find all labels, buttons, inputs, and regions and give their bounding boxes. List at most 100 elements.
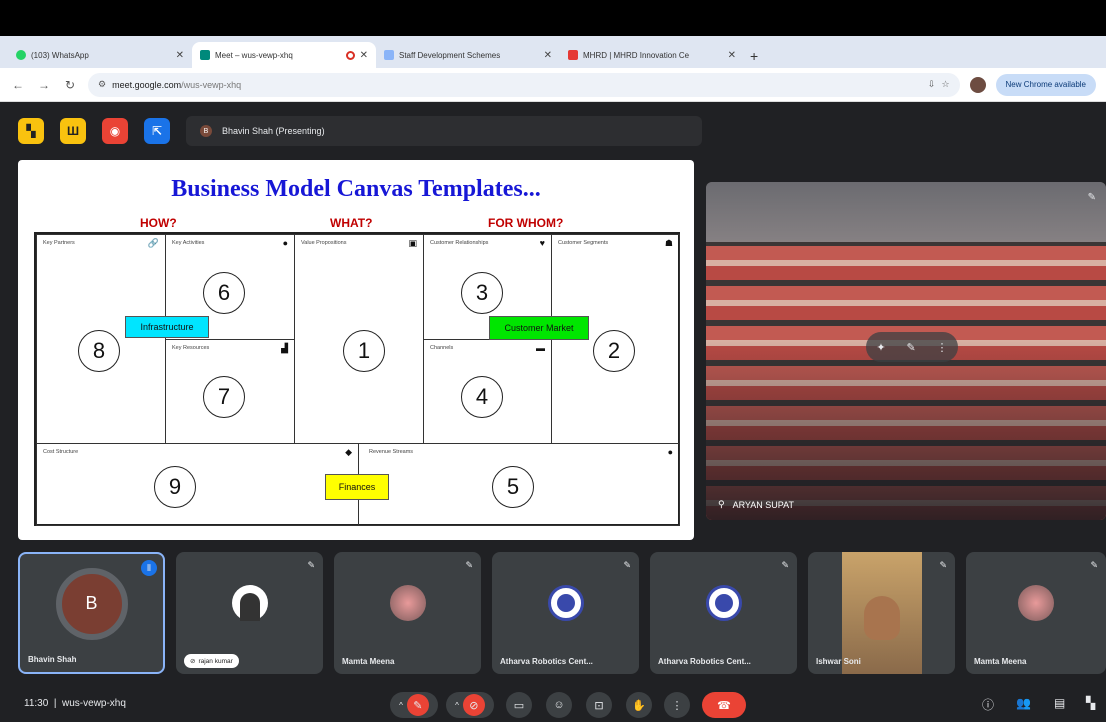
number-2: 2 xyxy=(593,330,635,372)
mic-off-icon: ✎ xyxy=(307,560,315,570)
slide-title: Business Model Canvas Templates... xyxy=(171,176,541,202)
participant-tile[interactable]: ✎ Mamta Meena xyxy=(966,552,1106,674)
participant-name: Bhavin Shah xyxy=(28,655,77,664)
more-options-icon: ⋮ xyxy=(671,699,683,712)
mic-off-icon: ✎ xyxy=(781,560,789,570)
recording-icon xyxy=(345,50,355,60)
emoji-icon: ☺ xyxy=(553,699,565,711)
participant-face xyxy=(864,596,900,640)
mic-off-icon: ✎ xyxy=(406,694,429,716)
header-for-whom: FOR WHOM? xyxy=(488,216,564,230)
hand-icon: ✋ xyxy=(632,699,646,712)
mic-off-icon: ✎ xyxy=(1090,560,1098,570)
more-options-button[interactable]: ⋮ xyxy=(664,692,690,718)
share-button[interactable]: ⇱ xyxy=(144,118,170,144)
profile-avatar[interactable] xyxy=(969,76,986,93)
tab-mhrd[interactable]: MHRD | MHRD Innovation Ce ✕ xyxy=(560,42,744,68)
share-icon: ⇱ xyxy=(151,124,163,138)
site-info-icon[interactable]: ⚙ xyxy=(98,79,106,90)
record-button[interactable]: ◉ xyxy=(102,118,128,144)
tag-customer-market: Customer Market xyxy=(489,316,589,340)
participant-tile[interactable]: ✎ Atharva Robotics Cent... xyxy=(650,552,797,674)
end-call-button[interactable]: ☎ xyxy=(702,692,746,718)
bottom-control-bar: 11:30 | wus-vewp-xhq ^ ✎ ^ ⊘ ▭ ☺ ⊡ ✋ ⋮ ☎ ⓘ… xyxy=(0,688,1106,722)
raise-hand-button[interactable]: ✋ xyxy=(626,692,652,718)
close-icon[interactable]: ✕ xyxy=(176,50,184,61)
mic-off-icon: ✎ xyxy=(465,560,473,570)
meet-icon xyxy=(200,50,210,60)
url-path: /wus-vewp-xhq xyxy=(181,79,242,90)
tab-whatsapp[interactable]: (103) WhatsApp ✕ xyxy=(8,42,192,68)
mute-tile-icon[interactable]: ✎ xyxy=(906,341,915,354)
mic-off-icon: ✎ xyxy=(939,560,947,570)
cell-label: Value Propositions xyxy=(301,240,347,246)
page-icon xyxy=(384,50,394,60)
participant-tile[interactable]: ✎ Atharva Robotics Cent... xyxy=(492,552,639,674)
activities-icon[interactable]: ▚ xyxy=(1086,696,1095,710)
whatsapp-icon xyxy=(16,50,26,60)
participant-tile[interactable]: ✎ Mamta Meena xyxy=(334,552,481,674)
tab-title: MHRD | MHRD Innovation Ce xyxy=(583,50,690,60)
participant-tile[interactable]: ✎ Ishwar Soni xyxy=(808,552,955,674)
reload-icon[interactable]: ↻ xyxy=(62,78,78,92)
number-9: 9 xyxy=(154,466,196,508)
tab-title: (103) WhatsApp xyxy=(31,50,89,60)
tab-staff-development[interactable]: Staff Development Schemes ✕ xyxy=(376,42,560,68)
people-icon: ☗ xyxy=(664,238,673,248)
chat-icon[interactable]: ▤ xyxy=(1054,696,1065,710)
pin-icon[interactable]: ✦ xyxy=(876,341,885,354)
mic-off-icon: ✎ xyxy=(623,560,631,570)
mhrd-icon xyxy=(568,50,578,60)
more-options-icon[interactable]: ⋮ xyxy=(937,341,948,354)
tag-icon: ◆ xyxy=(345,447,352,457)
avatar xyxy=(389,585,426,622)
close-icon[interactable]: ✕ xyxy=(544,50,552,61)
mute-icon: ✎ xyxy=(1087,192,1096,203)
people-icon[interactable]: 👥 xyxy=(1016,696,1031,710)
present-button[interactable]: ⊡ xyxy=(586,692,612,718)
emoji-button[interactable]: ☺ xyxy=(546,692,572,718)
close-icon[interactable]: ✕ xyxy=(360,50,368,61)
link-icon: 🔗 xyxy=(147,238,159,248)
header-how: HOW? xyxy=(140,216,177,230)
captions-button[interactable]: ▭ xyxy=(506,692,532,718)
camera-nameplate: ⚲ ARYAN SUPAT xyxy=(718,499,794,510)
avatar: B xyxy=(55,567,128,640)
cell-label: Key Partners xyxy=(43,240,75,246)
camera-tile-classroom[interactable]: ✎ ✦ ✎ ⋮ ⚲ ARYAN SUPAT xyxy=(706,182,1106,520)
number-7: 7 xyxy=(203,376,245,418)
back-icon[interactable]: ← xyxy=(10,78,26,92)
pin-icon: ⚲ xyxy=(718,499,725,509)
bookmark-star-icon[interactable]: ☆ xyxy=(941,79,949,90)
tile-controls[interactable]: ✦ ✎ ⋮ xyxy=(866,332,958,362)
new-chrome-button[interactable]: New Chrome available xyxy=(995,73,1096,96)
close-icon[interactable]: ✕ xyxy=(728,50,736,61)
chevron-up-icon: ^ xyxy=(455,700,459,710)
url-field[interactable]: ⚙ meet.google.com/wus-vewp-xhq ⇩ ☆ xyxy=(88,72,960,97)
forward-icon[interactable]: → xyxy=(36,78,52,92)
cell-label: Customer Relationships xyxy=(430,240,489,246)
camera-button[interactable]: ^ ⊘ xyxy=(446,692,494,718)
participant-tile[interactable]: ✎ ⊘ rajan kumar xyxy=(176,552,323,674)
avatar xyxy=(1018,585,1054,622)
new-tab-icon[interactable]: + xyxy=(744,48,764,68)
whiteboard-button[interactable]: Ш xyxy=(60,118,86,144)
truck-icon: ▬ xyxy=(536,343,545,353)
cell-label: Key Activities xyxy=(172,240,205,246)
participant-tile[interactable]: ⦀ B Bhavin Shah xyxy=(18,552,165,674)
avatar xyxy=(547,585,584,622)
number-4: 4 xyxy=(461,376,503,418)
download-icon[interactable]: ⇩ xyxy=(928,79,936,90)
gift-icon: ▣ xyxy=(408,238,417,248)
avatar xyxy=(231,585,268,622)
info-icon[interactable]: ⓘ xyxy=(982,696,994,713)
activities-button[interactable]: ▚ xyxy=(18,118,44,144)
tab-meet[interactable]: Meet – wus-vewp-xhq ✕ xyxy=(192,42,376,68)
header-what: WHAT? xyxy=(330,216,373,230)
black-top-band xyxy=(0,0,1106,36)
participant-name: rajan kumar xyxy=(198,657,233,665)
meeting-info: 11:30 | wus-vewp-xhq xyxy=(24,698,126,709)
heart-icon: ♥ xyxy=(539,238,545,248)
presentation-slide: Business Model Canvas Templates... HOW? … xyxy=(18,160,694,540)
microphone-button[interactable]: ^ ✎ xyxy=(390,692,438,718)
